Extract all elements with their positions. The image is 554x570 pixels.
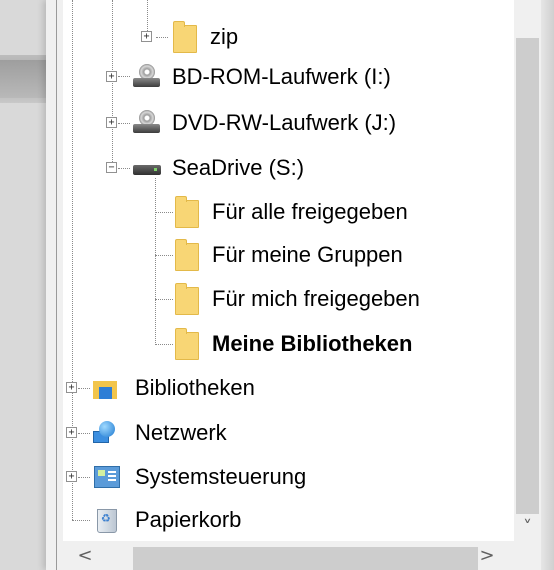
tree-item-label: SeaDrive (S:) xyxy=(172,155,305,180)
vertical-scroll-thumb[interactable] xyxy=(516,38,539,514)
tree-item-bd-rom-drive[interactable]: + BD-ROM-Laufwerk (I:) xyxy=(63,60,514,94)
drive-icon xyxy=(133,165,161,175)
vertical-scrollbar[interactable]: ˅ xyxy=(514,0,541,541)
tree-item-fuer-alle-freigegeben[interactable]: Für alle freigegeben xyxy=(63,195,514,229)
expand-icon[interactable]: + xyxy=(106,117,117,128)
navigation-tree[interactable]: + zip + BD-ROM-Laufwerk (I:) + DVD-RW-La… xyxy=(63,0,514,541)
tree-item-bibliotheken[interactable]: + Bibliotheken xyxy=(63,371,514,405)
scroll-right-arrow-icon[interactable]: > xyxy=(473,541,501,570)
expand-icon[interactable]: + xyxy=(141,31,152,42)
tree-item-meine-bibliotheken[interactable]: Meine Bibliotheken xyxy=(63,327,514,361)
folder-icon xyxy=(175,283,199,315)
tree-item-label: Bibliotheken xyxy=(135,375,255,400)
recycle-bin-icon xyxy=(97,509,117,533)
tree-item-netzwerk[interactable]: + Netzwerk xyxy=(63,416,514,450)
scroll-left-arrow-icon[interactable]: < xyxy=(71,541,99,570)
libraries-icon xyxy=(93,377,117,399)
tree-item-label: Für alle freigegeben xyxy=(212,199,408,224)
scroll-down-arrow-icon[interactable]: ˅ xyxy=(514,514,541,541)
optical-drive-icon xyxy=(133,110,161,136)
horizontal-scroll-thumb[interactable] xyxy=(133,547,478,570)
expand-icon[interactable]: + xyxy=(66,471,77,482)
tree-item-label: Für meine Gruppen xyxy=(212,242,403,267)
tree-item-seadrive[interactable]: − SeaDrive (S:) xyxy=(63,151,514,185)
tree-item-fuer-mich-freigegeben[interactable]: Für mich freigegeben xyxy=(63,282,514,316)
tree-item-label: zip xyxy=(210,24,239,49)
expand-icon[interactable]: + xyxy=(106,71,117,82)
folder-icon xyxy=(175,196,199,228)
network-icon xyxy=(93,421,117,443)
tree-item-label: Meine Bibliotheken xyxy=(212,331,413,356)
tree-item-label: Für mich freigegeben xyxy=(212,286,420,311)
tree-item-label: BD-ROM-Laufwerk (I:) xyxy=(172,64,391,89)
window-edge xyxy=(541,0,554,570)
tree-item-label: Systemsteuerung xyxy=(135,464,307,489)
tree-item-fuer-meine-gruppen[interactable]: Für meine Gruppen xyxy=(63,238,514,272)
expand-icon[interactable]: + xyxy=(66,427,77,438)
tree-item-zip[interactable]: + zip xyxy=(63,20,514,54)
expand-icon[interactable]: + xyxy=(66,382,77,393)
folder-icon xyxy=(175,328,199,360)
tree-item-papierkorb[interactable]: Papierkorb xyxy=(63,503,514,537)
collapse-icon[interactable]: − xyxy=(106,162,117,173)
tree-item-systemsteuerung[interactable]: + Systemsteuerung xyxy=(63,460,514,494)
tree-item-label: Papierkorb xyxy=(135,507,242,532)
optical-drive-icon xyxy=(133,64,161,90)
folder-icon xyxy=(173,21,197,53)
folder-icon xyxy=(175,239,199,271)
tree-item-label: Netzwerk xyxy=(135,420,227,445)
tree-item-dvd-rw-drive[interactable]: + DVD-RW-Laufwerk (J:) xyxy=(63,106,514,140)
control-panel-icon xyxy=(94,466,120,488)
horizontal-scrollbar[interactable]: < > xyxy=(63,541,541,570)
tree-item-label: DVD-RW-Laufwerk (J:) xyxy=(172,110,397,135)
